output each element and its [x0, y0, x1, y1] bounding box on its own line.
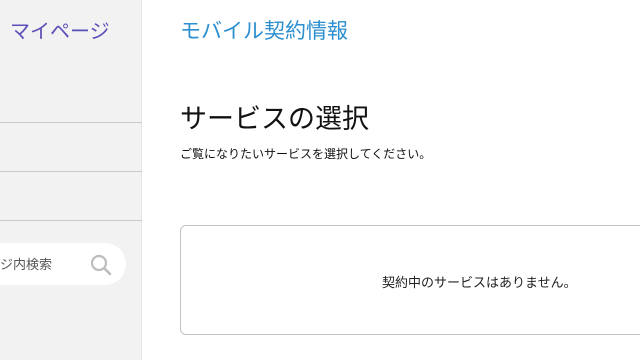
page-heading: サービスの選択	[180, 104, 369, 135]
search-icon[interactable]	[89, 253, 113, 277]
sidebar-menu-item-3[interactable]	[0, 172, 142, 221]
sidebar-menu-item-2[interactable]	[0, 123, 142, 172]
page: マイページ ジ内検索 モバイル契約情報 サービスの選択 ご覧になりたいサービスを…	[0, 0, 640, 360]
page-subtitle: ご覧になりたいサービスを選択してください。	[180, 147, 432, 161]
app-title: モバイル契約情報	[180, 19, 348, 43]
sidebar: マイページ ジ内検索	[0, 0, 142, 360]
sidebar-title[interactable]: マイページ	[10, 15, 110, 44]
site-search-placeholder: ジ内検索	[0, 258, 53, 273]
sidebar-menu-item-1[interactable]	[0, 74, 142, 123]
empty-services-message: 契約中のサービスはありません。	[382, 276, 577, 291]
